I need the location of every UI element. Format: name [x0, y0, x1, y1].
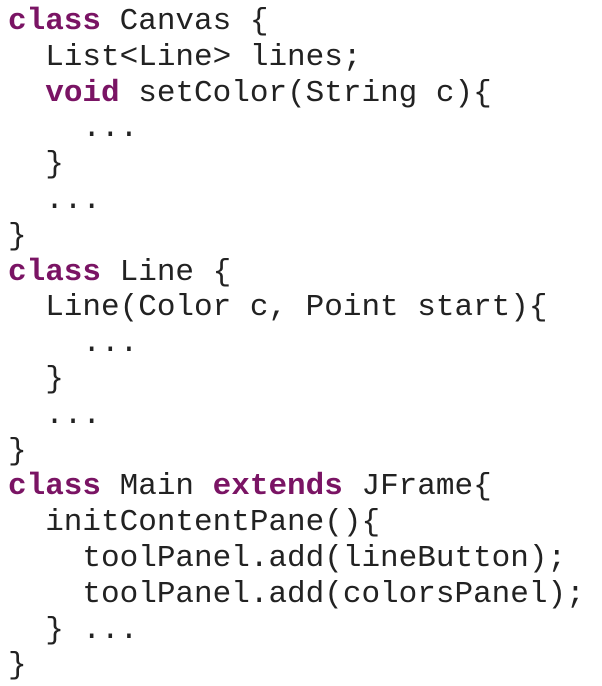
code-token: ... — [8, 326, 139, 362]
keyword-token: class — [8, 4, 102, 39]
code-line: } — [8, 147, 598, 183]
code-token: } — [8, 361, 64, 397]
code-token: } — [8, 433, 27, 469]
code-token: } ... — [8, 612, 139, 648]
code-token: ... — [8, 182, 102, 218]
code-line: ... — [8, 326, 598, 362]
code-token: ... — [8, 397, 102, 433]
code-token: ... — [8, 111, 139, 147]
code-line: } — [8, 219, 598, 255]
code-token: toolPanel.add(lineButton); — [8, 540, 567, 576]
keyword-token: class — [8, 469, 102, 505]
code-line: toolPanel.add(colorsPanel); — [8, 577, 598, 613]
code-line: class Line { — [8, 255, 598, 291]
keyword-token: class — [8, 254, 102, 290]
code-token: Main — [101, 469, 213, 505]
code-token: } — [8, 648, 27, 684]
code-line: } — [8, 362, 598, 398]
code-token: } — [8, 147, 64, 183]
code-token: toolPanel.add(colorsPanel); — [8, 576, 585, 612]
code-line: class Canvas { — [8, 4, 598, 40]
code-line: } — [8, 434, 598, 470]
code-line: initContentPane(){ — [8, 505, 598, 541]
code-line: } ... — [8, 613, 598, 649]
code-token: initContentPane(){ — [8, 505, 381, 541]
keyword-token: void — [45, 75, 120, 111]
code-line: void setColor(String c){ — [8, 76, 598, 112]
code-token: } — [8, 218, 27, 254]
code-line: ... — [8, 111, 598, 147]
code-token: Line(Color c, Point start){ — [8, 290, 548, 326]
code-line: ... — [8, 183, 598, 219]
code-token: setColor(String c){ — [119, 75, 492, 111]
code-token: List<Line> lines; — [8, 39, 362, 75]
code-line: toolPanel.add(lineButton); — [8, 541, 598, 577]
code-line: } — [8, 648, 598, 684]
code-token: JFrame{ — [342, 469, 492, 505]
code-token: Canvas { — [101, 4, 269, 39]
keyword-token: extends — [212, 469, 343, 505]
code-line: List<Line> lines; — [8, 40, 598, 76]
code-line: ... — [8, 398, 598, 434]
code-line: Line(Color c, Point start){ — [8, 290, 598, 326]
code-listing: class Canvas { List<Line> lines; void se… — [8, 4, 598, 684]
code-token: Line { — [101, 254, 232, 290]
code-line: class Main extends JFrame{ — [8, 469, 598, 505]
